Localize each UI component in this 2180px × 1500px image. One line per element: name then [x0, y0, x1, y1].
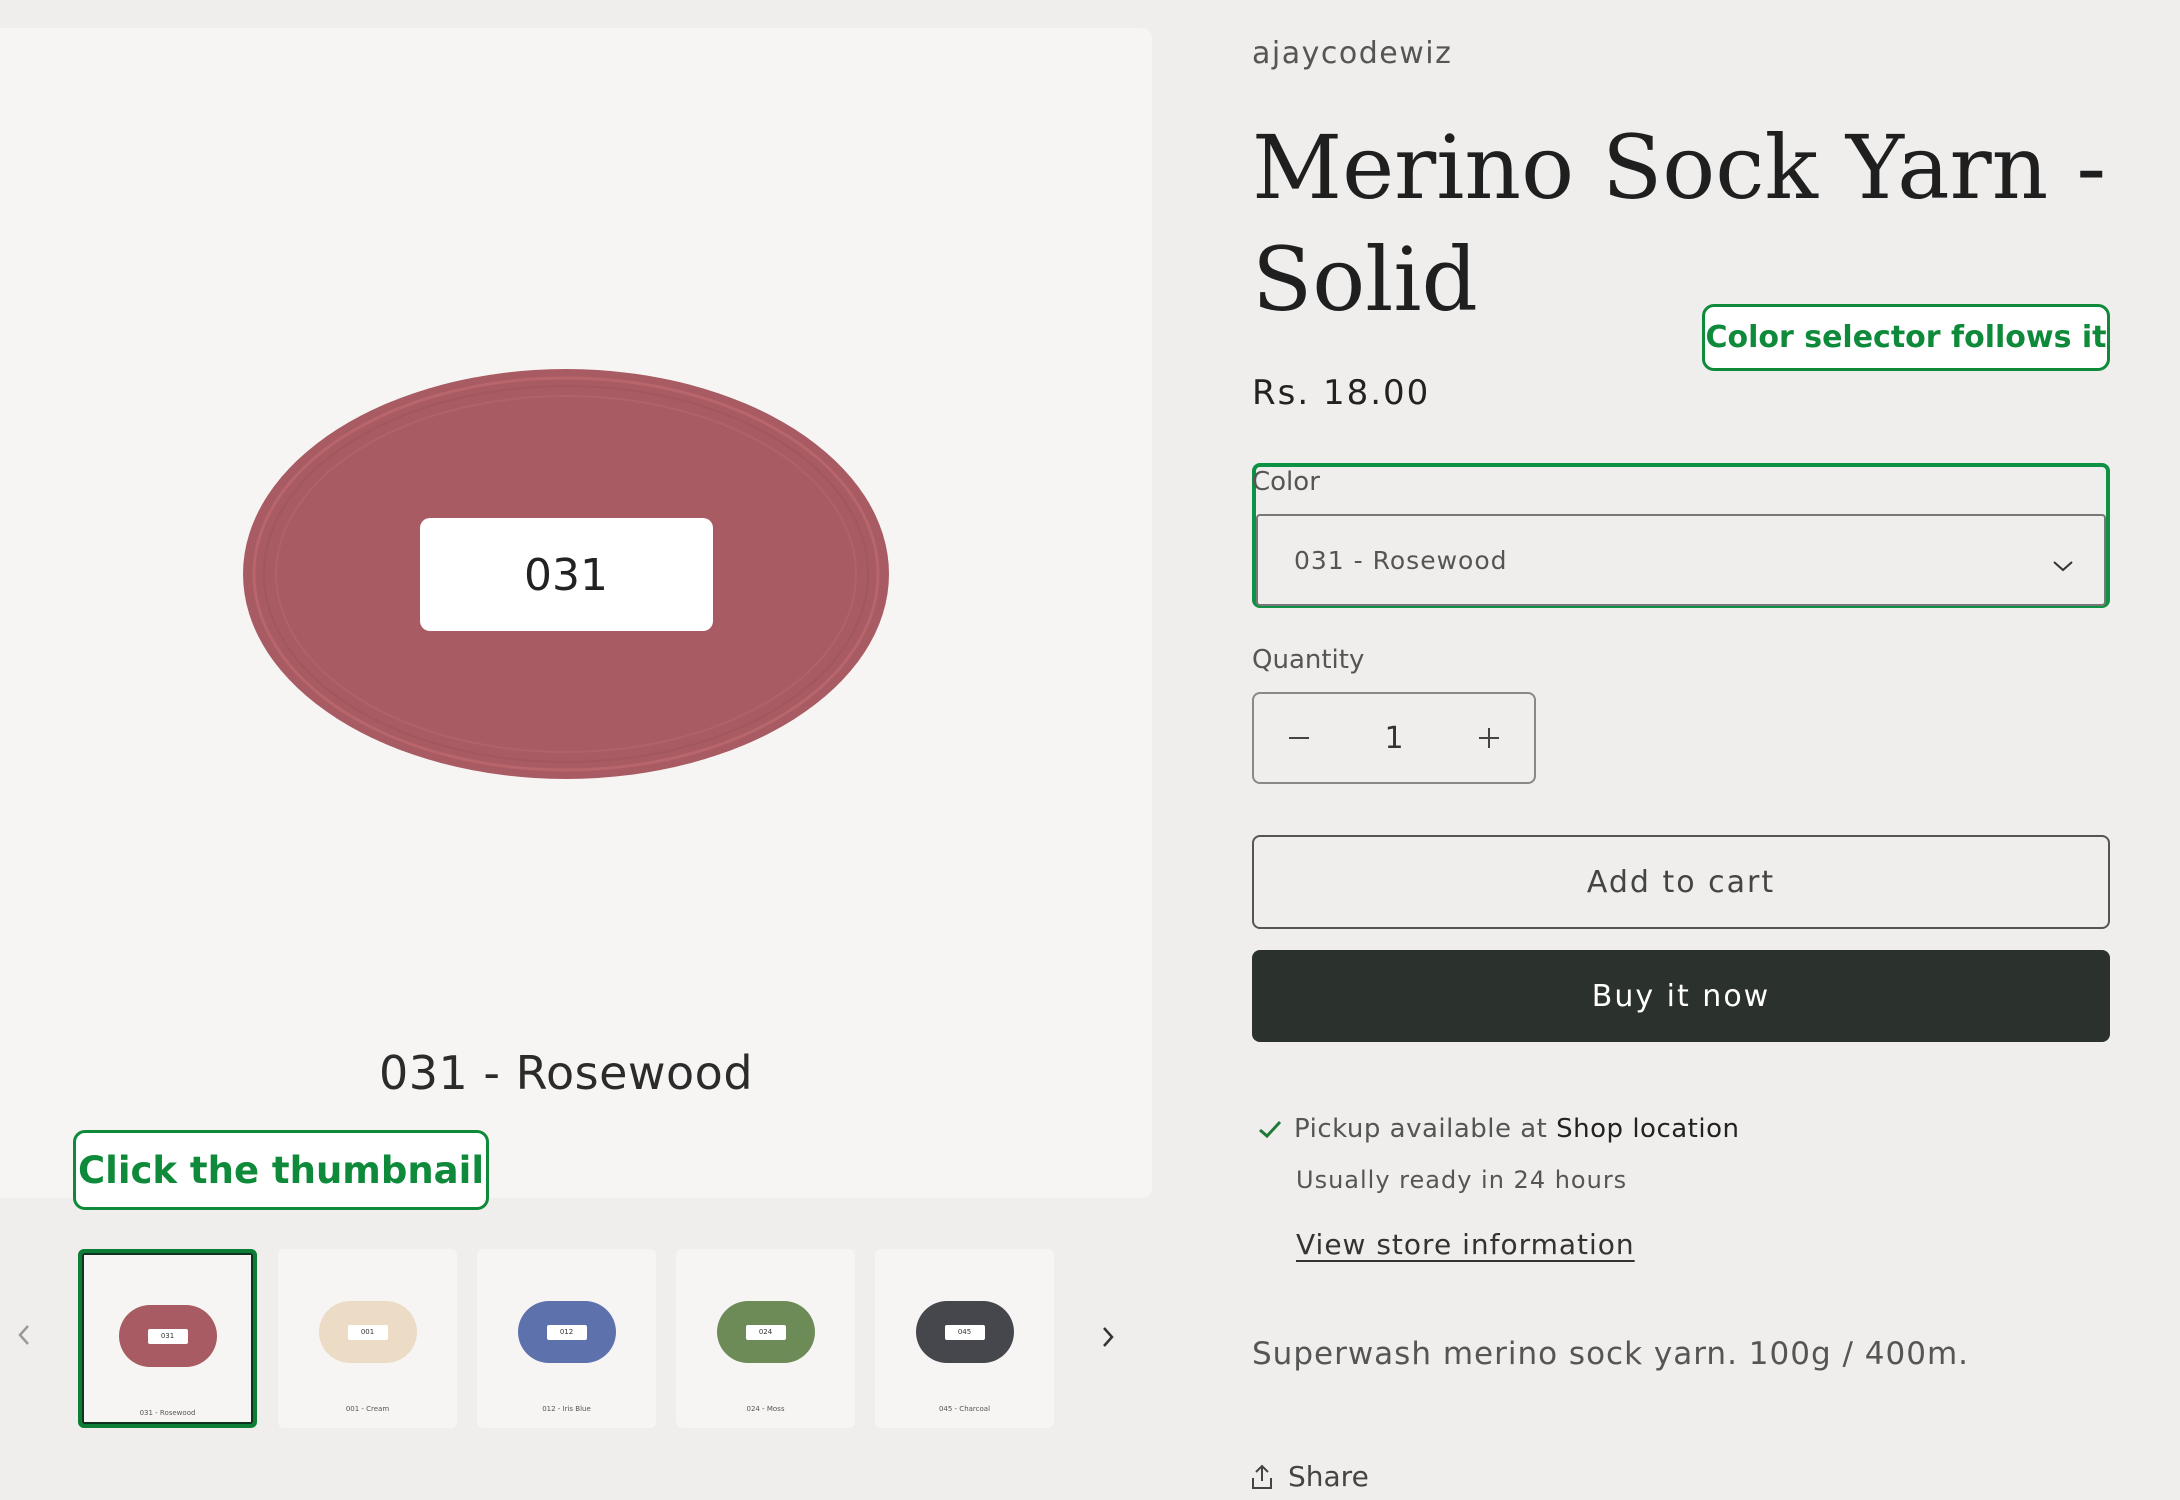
product-price: Rs. 18.00	[1252, 373, 1431, 413]
vendor-name: ajaycodewiz	[1252, 36, 1453, 71]
buy-now-button[interactable]: Buy it now	[1252, 950, 2110, 1042]
chevron-right-icon[interactable]	[1098, 1322, 1118, 1360]
color-label: Color	[1252, 467, 1320, 497]
chevron-down-icon	[2052, 550, 2074, 579]
plus-icon	[1479, 728, 1499, 748]
check-icon	[1258, 1119, 1282, 1139]
share-button[interactable]: Share	[1250, 1460, 1369, 1493]
pickup-location: Shop location	[1556, 1114, 1740, 1144]
quantity-input[interactable]: 1	[1344, 694, 1444, 782]
decrease-quantity-button[interactable]	[1254, 694, 1344, 782]
thumbnail-caption: 001 - Cream	[345, 1405, 390, 1413]
product-main-image: 031	[0, 28, 1152, 1198]
thumbnail-caption: 024 - Moss	[746, 1405, 785, 1413]
thumbnail-item[interactable]: 001 001 - Cream	[278, 1249, 457, 1428]
thumbnail-chip: 031	[147, 1329, 188, 1344]
minus-icon	[1289, 737, 1309, 739]
share-icon	[1250, 1464, 1274, 1490]
yarn-chip-label: 031	[524, 550, 608, 601]
image-caption: 031 - Rosewood	[378, 1046, 754, 1100]
share-label: Share	[1288, 1460, 1369, 1493]
thumbnail-caption: 031 - Rosewood	[139, 1409, 196, 1417]
thumbnail-item[interactable]: 031 031 - Rosewood	[78, 1249, 257, 1428]
thumbnail-item[interactable]: 012 012 - Iris Blue	[477, 1249, 656, 1428]
thumbnail-chip: 012	[546, 1325, 587, 1340]
quantity-label: Quantity	[1252, 645, 1365, 675]
thumbnail-item[interactable]: 024 024 - Moss	[676, 1249, 855, 1428]
color-select[interactable]: 031 - Rosewood	[1256, 514, 2106, 606]
chevron-left-icon[interactable]	[14, 1320, 34, 1358]
thumbnail-item[interactable]: 045 045 - Charcoal	[875, 1249, 1054, 1428]
pickup-text: Pickup available at	[1294, 1114, 1557, 1144]
thumbnail-chip: 024	[745, 1325, 786, 1340]
thumbnail-caption: 045 - Charcoal	[938, 1405, 991, 1413]
quantity-stepper: 1	[1252, 692, 1536, 784]
thumbnail-chip: 001	[347, 1325, 388, 1340]
add-to-cart-button[interactable]: Add to cart	[1252, 835, 2110, 929]
color-hint-callout: Color selector follows it	[1702, 304, 2110, 371]
pickup-ready-time: Usually ready in 24 hours	[1296, 1166, 1628, 1194]
yarn-image: 031	[243, 369, 889, 779]
thumbnail-chip: 045	[944, 1325, 985, 1340]
increase-quantity-button[interactable]	[1444, 694, 1534, 782]
view-store-info-link[interactable]: View store information	[1296, 1228, 1635, 1261]
product-title: Merino Sock Yarn - Solid	[1252, 116, 2107, 331]
pickup-availability: Pickup available at Shop location	[1258, 1114, 1739, 1144]
color-select-value: 031 - Rosewood	[1294, 545, 1508, 575]
thumbnail-caption: 012 - Iris Blue	[542, 1405, 591, 1413]
product-description: Superwash merino sock yarn. 100g / 400m.	[1252, 1336, 1970, 1372]
thumbnail-hint-callout: Click the thumbnail	[73, 1130, 489, 1210]
